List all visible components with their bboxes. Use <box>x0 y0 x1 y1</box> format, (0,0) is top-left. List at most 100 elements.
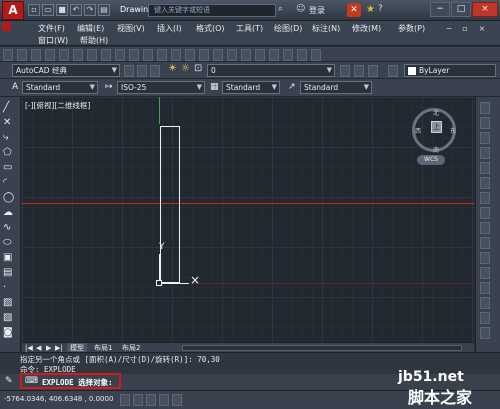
workspace-select[interactable]: AutoCAD 经典 ▼ <box>12 64 120 77</box>
fillet-icon[interactable] <box>480 312 490 324</box>
region-icon[interactable]: ◙ <box>3 327 17 341</box>
tool-palettes-icon[interactable] <box>255 49 265 61</box>
insert-block-icon[interactable]: ▣ <box>3 252 17 266</box>
point-icon[interactable]: · <box>3 282 17 296</box>
polyline-icon[interactable]: ⤷ <box>3 132 17 146</box>
object-snap-icon[interactable] <box>172 394 182 406</box>
menu-tools[interactable]: 工具(T) <box>236 23 263 34</box>
offset-icon[interactable] <box>480 147 490 159</box>
menu-window[interactable]: 窗口(W) <box>38 35 68 46</box>
drawn-rectangle[interactable] <box>160 126 180 283</box>
publish-icon[interactable] <box>73 49 83 61</box>
grid-display-icon[interactable] <box>133 394 143 406</box>
open-icon[interactable] <box>17 49 27 61</box>
minimize-button[interactable]: − <box>430 2 450 17</box>
explode-icon[interactable] <box>480 327 490 339</box>
make-current-layer-icon[interactable] <box>340 65 350 77</box>
chamfer-icon[interactable] <box>480 297 490 309</box>
revision-cloud-icon[interactable]: ☁ <box>3 207 17 221</box>
new-icon[interactable] <box>3 49 13 61</box>
color-control-icon[interactable] <box>388 65 398 77</box>
lock-icon[interactable]: ⊡ <box>194 63 202 74</box>
sun-icon[interactable]: ☼ <box>181 63 190 74</box>
match-properties-icon[interactable] <box>129 49 139 61</box>
doc-close-icon[interactable]: × <box>477 24 487 33</box>
maximize-button[interactable]: □ <box>451 2 471 17</box>
mirror-icon[interactable] <box>480 132 490 144</box>
undo-icon[interactable] <box>143 49 153 61</box>
layer-properties-icon[interactable] <box>137 65 147 77</box>
erase-icon[interactable] <box>480 102 490 114</box>
exchange-apps-icon[interactable]: ✕ <box>347 3 361 17</box>
pan-icon[interactable] <box>171 49 181 61</box>
design-center-icon[interactable] <box>241 49 251 61</box>
zoom-window-icon[interactable] <box>199 49 209 61</box>
spline-icon[interactable]: ∿ <box>3 222 17 236</box>
markup-icon[interactable] <box>283 49 293 61</box>
menu-dimension[interactable]: 标注(N) <box>312 23 340 34</box>
menu-help[interactable]: 帮助(H) <box>80 35 108 46</box>
doc-restore-icon[interactable]: ▫ <box>460 24 470 33</box>
polar-tracking-icon[interactable] <box>159 394 169 406</box>
new-file-icon[interactable]: ▫ <box>28 4 40 16</box>
viewcube-top-face[interactable]: 上 <box>431 121 442 133</box>
viewport-controls-label[interactable]: [-][俯视][二维线框] <box>25 100 90 111</box>
circle-icon[interactable]: ◯ <box>3 192 17 206</box>
wcs-menu-button[interactable]: WCS <box>417 155 445 165</box>
construction-line-icon[interactable]: ✕ <box>3 117 17 131</box>
star-icon[interactable]: ★ <box>366 4 375 15</box>
extend-icon[interactable] <box>480 252 490 264</box>
print-icon[interactable]: ▤ <box>98 4 110 16</box>
workspace-settings-icon[interactable] <box>124 65 134 77</box>
menu-parametric[interactable]: 参数(P) <box>398 23 425 34</box>
stretch-icon[interactable] <box>480 222 490 234</box>
paste-icon[interactable] <box>115 49 125 61</box>
viewcube-south[interactable]: 南 <box>433 145 439 154</box>
ortho-mode-icon[interactable] <box>146 394 156 406</box>
login-link[interactable]: 登录 <box>309 5 325 16</box>
dim-style-select[interactable]: ISO-25 ▼ <box>117 81 205 94</box>
preview-icon[interactable] <box>59 49 69 61</box>
previous-layer-icon[interactable] <box>354 65 364 77</box>
rectangle-icon[interactable]: ▭ <box>3 162 17 176</box>
menu-draw[interactable]: 绘图(D) <box>274 23 302 34</box>
polygon-icon[interactable]: ⬠ <box>3 147 17 161</box>
array-icon[interactable] <box>480 162 490 174</box>
plot-icon[interactable] <box>45 49 55 61</box>
cut-icon[interactable] <box>87 49 97 61</box>
line-icon[interactable]: ╱ <box>3 102 17 116</box>
copy-icon[interactable] <box>101 49 111 61</box>
doc-minimize-icon[interactable]: − <box>444 24 454 33</box>
save-icon[interactable]: ■ <box>56 4 68 16</box>
drawing-canvas[interactable]: [-][俯视][二维线框] Y × 上 北 南 东 西 WCS <box>22 97 474 342</box>
menu-file[interactable]: 文件(F) <box>38 23 65 34</box>
move-icon[interactable] <box>480 177 490 189</box>
multileader-style-select[interactable]: Standard ▼ <box>300 81 372 94</box>
join-icon[interactable] <box>480 282 490 294</box>
menu-insert[interactable]: 插入(I) <box>157 23 182 34</box>
menu-format[interactable]: 格式(O) <box>196 23 225 34</box>
properties-icon[interactable] <box>227 49 237 61</box>
break-icon[interactable] <box>480 267 490 279</box>
help-icon[interactable] <box>311 49 321 61</box>
horizontal-scrollbar[interactable] <box>182 345 462 351</box>
search-input[interactable]: 键入关键字或短语 <box>148 4 276 17</box>
scale-icon[interactable] <box>480 207 490 219</box>
layer-match-icon[interactable] <box>368 65 378 77</box>
viewcube-north[interactable]: 北 <box>433 108 439 117</box>
color-select[interactable]: ByLayer <box>404 64 496 77</box>
snap-mode-icon[interactable] <box>120 394 130 406</box>
open-file-icon[interactable]: ▭ <box>42 4 54 16</box>
autocad-logo-button[interactable]: A <box>2 1 24 20</box>
viewcube-west[interactable]: 西 <box>415 126 421 135</box>
layer-select[interactable]: 0 ▼ <box>207 64 335 77</box>
redo-icon[interactable] <box>157 49 167 61</box>
layer-states-icon[interactable] <box>150 65 160 77</box>
copy-icon[interactable] <box>480 117 490 129</box>
quickcalc-icon[interactable] <box>297 49 307 61</box>
gradient-icon[interactable]: ▧ <box>3 312 17 326</box>
undo-icon[interactable]: ↶ <box>70 4 82 16</box>
search-icon[interactable]: ⌕ <box>278 4 283 14</box>
sheet-set-icon[interactable] <box>269 49 279 61</box>
menu-view[interactable]: 视图(V) <box>117 23 145 34</box>
